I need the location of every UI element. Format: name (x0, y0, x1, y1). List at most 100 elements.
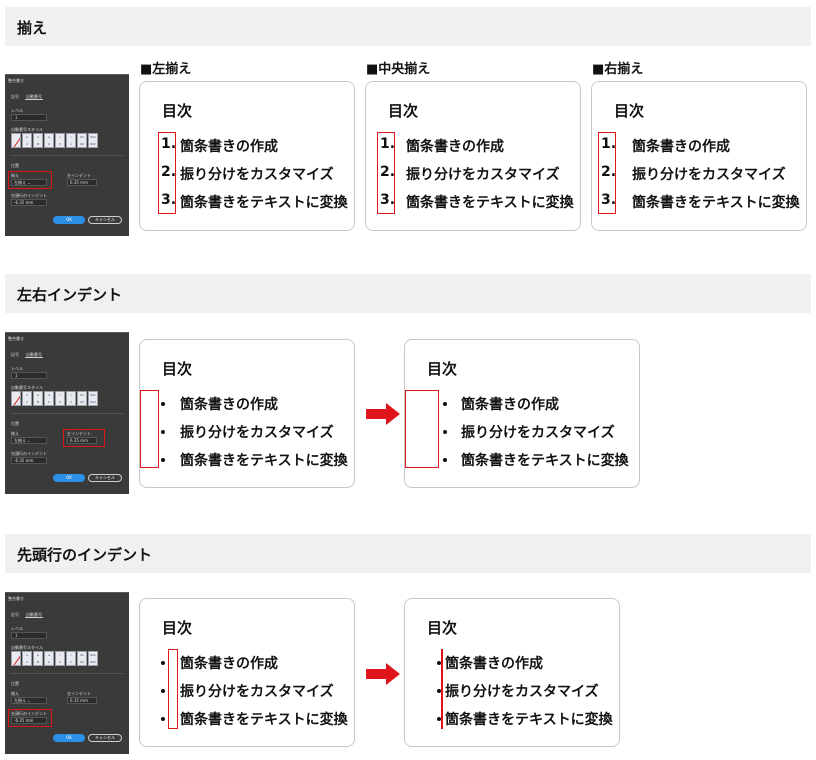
list-item: 振り分けをカスタマイズ (180, 167, 334, 183)
bullet-icon (161, 661, 165, 665)
indent-field[interactable]: 6.35 mm (67, 179, 97, 186)
tab-bullets[interactable]: 記号 (11, 612, 19, 618)
style-swatch[interactable]: 01 02 (77, 651, 87, 666)
style-swatch[interactable]: 01 02 (77, 133, 87, 148)
list-item: 箇条書きの作成 (445, 656, 543, 672)
bullet-icon (161, 689, 165, 693)
list-item: 箇条書きの作成 (461, 397, 559, 413)
list-item: 振り分けをカスタマイズ (445, 684, 599, 700)
bullet-icon (443, 458, 447, 462)
cancel-button[interactable]: キャンセル (88, 734, 122, 742)
card-title: 目次 (162, 102, 193, 120)
dialog-title: 整合書き (8, 596, 24, 601)
style-swatch[interactable]: ab (44, 391, 54, 406)
list-item: 振り分けをカスタマイズ (461, 425, 615, 441)
list-item: 箇条書きをテキストに変換 (180, 712, 348, 728)
list-item: 箇条書きの作成 (180, 397, 278, 413)
highlight-box (158, 132, 176, 214)
first-line-indent-field[interactable]: -6.35 mm (11, 457, 47, 464)
first-line-indent-field[interactable]: -6.35 mm (11, 199, 47, 206)
style-swatch[interactable]: 12 (22, 391, 32, 406)
style-swatch[interactable]: 001 002 (88, 133, 98, 148)
section-header-align: 揃え (5, 7, 811, 46)
highlight-box (63, 429, 105, 447)
align-center-label: ■中央揃え (366, 62, 431, 77)
style-swatch[interactable]: i ii (66, 133, 76, 148)
highlight-box (598, 132, 616, 214)
bullet-icon (161, 458, 165, 462)
tab-bullets[interactable]: 記号 (11, 352, 19, 358)
list-item: 振り分けをカスタマイズ (406, 167, 560, 183)
ok-button[interactable]: OK (53, 734, 85, 742)
bullet-icon (443, 430, 447, 434)
bullets-dialog: 整合書き 記号 自動番号 レベル 1 自動番号スタイル 1 2 A Ba b I II i ii… (5, 74, 129, 236)
style-swatch[interactable]: 01 02 (77, 391, 87, 406)
style-swatch[interactable]: AB (33, 133, 43, 148)
style-swatch[interactable]: 001 002 (88, 391, 98, 406)
level-stepper[interactable]: 1 (11, 632, 47, 639)
toc-card: 目次 箇条書きの作成 振り分けをカスタマイズ 箇条書きをテキストに変換 (404, 598, 620, 747)
card-title: 目次 (388, 102, 419, 120)
indent-field[interactable]: 6.35 mm (67, 697, 97, 704)
style-swatch[interactable]: I II (55, 133, 65, 148)
highlight-box (377, 132, 395, 214)
list-item: 箇条書きをテキストに変換 (461, 453, 629, 469)
level-stepper[interactable]: 1 (11, 114, 47, 121)
style-swatch[interactable]: 12 (22, 133, 32, 148)
arrow-right-icon (366, 403, 400, 425)
position-label: 位置 (11, 681, 19, 686)
align-select[interactable]: 左揃え ⌄ (11, 437, 47, 444)
list-item: 箇条書きの作成 (632, 139, 730, 155)
list-item: 振り分けをカスタマイズ (180, 684, 334, 700)
card-title: 目次 (427, 619, 458, 637)
bullets-dialog: 整合書き 記号 自動番号 レベル 1 自動番号スタイル 1 2 A Ba b I II i ii… (5, 332, 129, 494)
cancel-button[interactable]: キャンセル (88, 474, 122, 482)
tab-underline (25, 617, 43, 618)
style-swatch[interactable]: ab (44, 651, 54, 666)
list-item: 箇条書きをテキストに変換 (180, 453, 348, 469)
style-swatch[interactable]: 001 002 (88, 651, 98, 666)
style-swatch[interactable]: AB (33, 391, 43, 406)
style-swatch[interactable]: i ii (66, 391, 76, 406)
card-title: 目次 (162, 360, 193, 378)
highlight-box (8, 171, 52, 189)
style-swatches: 1 2 A Ba b I II i ii 01 02 001 002 (11, 133, 98, 148)
bullets-dialog: 整合書き 記号 自動番号 レベル 1 自動番号スタイル 1 2 A Ba b I II i ii… (5, 592, 129, 754)
style-swatch[interactable]: AB (33, 651, 43, 666)
toc-card: 目次 箇条書きの作成 振り分けをカスタマイズ 箇条書きをテキストに変換 (139, 598, 355, 747)
section-title: 揃え (17, 19, 48, 37)
toc-card: 目次 1. 箇条書きの作成 2. 振り分けをカスタマイズ 3. 箇条書きをテキストに変換 (591, 81, 807, 231)
list-item: 箇条書きをテキストに変換 (180, 195, 348, 211)
list-item: 箇条書きの作成 (180, 139, 278, 155)
align-right-label: ■右揃え (592, 62, 644, 77)
highlight-box (140, 390, 159, 468)
bullet-icon (161, 402, 165, 406)
section-header-lr-indent: 左右インデント (5, 274, 811, 313)
tab-bullets[interactable]: 記号 (11, 94, 19, 100)
list-item: 箇条書きをテキストに変換 (632, 195, 800, 211)
ok-button[interactable]: OK (53, 216, 85, 224)
style-swatch[interactable]: 12 (22, 651, 32, 666)
style-swatch[interactable]: ab (44, 133, 54, 148)
style-swatch[interactable] (11, 391, 21, 406)
divider (11, 155, 123, 156)
style-swatch[interactable] (11, 651, 21, 666)
align-select[interactable]: 左揃え ⌄ (11, 697, 47, 704)
style-swatch[interactable] (11, 133, 21, 148)
level-stepper[interactable]: 1 (11, 372, 47, 379)
list-item: 箇条書きの作成 (180, 656, 278, 672)
section-title: 左右インデント (17, 286, 123, 304)
style-swatch[interactable]: I II (55, 391, 65, 406)
cancel-button[interactable]: キャンセル (88, 216, 122, 224)
section-header-first-line: 先頭行のインデント (5, 534, 811, 573)
position-label: 位置 (11, 163, 19, 168)
style-swatches: 1 2 A Ba b I II i ii 01 02 001 002 (11, 651, 98, 666)
style-swatch[interactable]: I II (55, 651, 65, 666)
position-label: 位置 (11, 421, 19, 426)
toc-card: 目次 箇条書きの作成 振り分けをカスタマイズ 箇条書きをテキストに変換 (139, 339, 355, 488)
card-title: 目次 (614, 102, 645, 120)
tab-underline (25, 99, 43, 100)
ok-button[interactable]: OK (53, 474, 85, 482)
style-swatch[interactable]: i ii (66, 651, 76, 666)
highlight-box (168, 649, 178, 729)
